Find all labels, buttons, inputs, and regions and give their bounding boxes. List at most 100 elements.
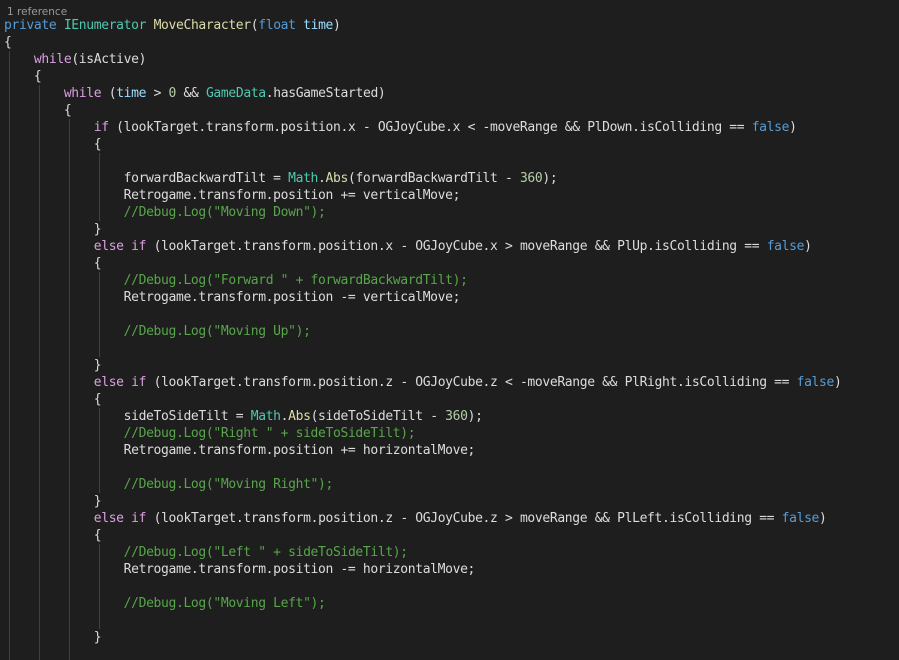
- code-token: while: [33, 52, 72, 67]
- code-line[interactable]: Retrogame.transform.position += horizont…: [4, 442, 476, 459]
- code-token: //Debug.Log("Right " + sideToSideTilt);: [123, 426, 416, 441]
- code-token: false: [751, 120, 790, 135]
- code-token: ): [333, 18, 341, 33]
- code-token: false: [781, 511, 820, 526]
- code-token: ): [819, 511, 827, 526]
- code-token: forwardBackwardTilt =: [4, 171, 289, 186]
- code-line[interactable]: while(isActive): [4, 51, 147, 68]
- code-line[interactable]: Retrogame.transform.position -= horizont…: [4, 561, 476, 578]
- code-line[interactable]: {: [4, 255, 102, 272]
- code-token: {: [4, 35, 12, 50]
- code-token: IEnumerator: [63, 18, 147, 33]
- code-editor[interactable]: 1 reference private IEnumerator MoveChar…: [0, 0, 899, 660]
- code-token: Retrogame.transform.position -= horizont…: [4, 562, 476, 577]
- code-token: (lookTarget.transform.position.x - OGJoy…: [108, 120, 752, 135]
- code-line[interactable]: else if (lookTarget.transform.position.z…: [4, 510, 827, 527]
- code-line[interactable]: //Debug.Log("Moving Left");: [4, 595, 326, 612]
- code-line[interactable]: else if (lookTarget.transform.position.z…: [4, 374, 842, 391]
- code-token: time: [303, 18, 334, 33]
- code-token: 360: [519, 171, 543, 186]
- code-token: (sideToSideTilt -: [310, 409, 446, 424]
- code-token: 360: [445, 409, 468, 424]
- code-token: if: [131, 239, 147, 254]
- code-token: private: [4, 18, 57, 33]
- code-line[interactable]: //Debug.Log("Left " + sideToSideTilt);: [4, 544, 408, 561]
- code-token: }: [4, 494, 102, 509]
- code-line[interactable]: sideToSideTilt = Math.Abs(sideToSideTilt…: [4, 408, 483, 425]
- code-line[interactable]: }: [4, 357, 102, 374]
- code-line[interactable]: {: [4, 391, 102, 408]
- code-line[interactable]: }: [4, 629, 102, 646]
- code-token: time: [116, 86, 147, 101]
- code-token: if: [131, 511, 147, 526]
- code-line[interactable]: //Debug.Log("Moving Up");: [4, 323, 311, 340]
- code-token: Math: [250, 409, 281, 424]
- code-token: else: [93, 375, 124, 390]
- code-token: false: [766, 239, 805, 254]
- code-token: //Debug.Log("Left " + sideToSideTilt);: [123, 545, 408, 560]
- code-token: else: [93, 239, 124, 254]
- code-line[interactable]: {: [4, 527, 102, 544]
- code-token: GameData: [205, 86, 266, 101]
- code-line[interactable]: {: [4, 68, 42, 85]
- code-token: (lookTarget.transform.position.x - OGJoy…: [146, 239, 767, 254]
- code-line[interactable]: private IEnumerator MoveCharacter(float …: [4, 17, 341, 34]
- code-line[interactable]: //Debug.Log("Moving Down");: [4, 204, 326, 221]
- code-token: (isActive): [71, 52, 147, 67]
- code-token: else: [93, 511, 124, 526]
- code-token: MoveCharacter: [153, 18, 252, 33]
- code-line[interactable]: Retrogame.transform.position -= vertical…: [4, 289, 461, 306]
- code-token: &&: [176, 86, 206, 101]
- code-token: (lookTarget.transform.position.z - OGJoy…: [146, 511, 782, 526]
- code-token: .: [318, 171, 326, 186]
- code-token: (: [101, 86, 117, 101]
- code-line[interactable]: //Debug.Log("Moving Right");: [4, 476, 334, 493]
- code-token: (lookTarget.transform.position.z - OGJoy…: [146, 375, 797, 390]
- code-token: {: [4, 392, 102, 407]
- code-token: Retrogame.transform.position += horizont…: [4, 443, 476, 458]
- code-token: .hasGameStarted): [265, 86, 386, 101]
- code-line[interactable]: }: [4, 493, 102, 510]
- code-token: Math: [288, 171, 319, 186]
- code-token: //Debug.Log("Moving Down");: [123, 205, 326, 220]
- code-line[interactable]: if (lookTarget.transform.position.x - OG…: [4, 119, 797, 136]
- code-token: Retrogame.transform.position += vertical…: [4, 188, 461, 203]
- code-token: if: [131, 375, 147, 390]
- code-token: 0: [168, 86, 177, 101]
- code-token: {: [4, 528, 102, 543]
- code-token: false: [796, 375, 835, 390]
- code-token: {: [4, 137, 102, 152]
- code-line[interactable]: {: [4, 136, 102, 153]
- code-token: float: [258, 18, 296, 33]
- code-line[interactable]: forwardBackwardTilt = Math.Abs(forwardBa…: [4, 170, 558, 187]
- code-token: Retrogame.transform.position -= vertical…: [4, 290, 461, 305]
- code-token: );: [467, 409, 483, 424]
- code-token: ): [833, 375, 842, 390]
- code-line[interactable]: while (time > 0 && GameData.hasGameStart…: [4, 85, 386, 102]
- code-token: Abs: [325, 171, 349, 186]
- code-token: while: [63, 86, 102, 101]
- code-line[interactable]: else if (lookTarget.transform.position.x…: [4, 238, 812, 255]
- code-token: ): [789, 120, 797, 135]
- code-line[interactable]: //Debug.Log("Forward " + forwardBackward…: [4, 272, 468, 289]
- code-token: //Debug.Log("Moving Up");: [123, 324, 311, 339]
- code-line[interactable]: Retrogame.transform.position += vertical…: [4, 187, 461, 204]
- code-line[interactable]: {: [4, 102, 72, 119]
- code-token: }: [4, 222, 102, 237]
- code-line[interactable]: {: [4, 34, 12, 51]
- code-line[interactable]: }: [4, 221, 102, 238]
- code-line[interactable]: //Debug.Log("Right " + sideToSideTilt);: [4, 425, 416, 442]
